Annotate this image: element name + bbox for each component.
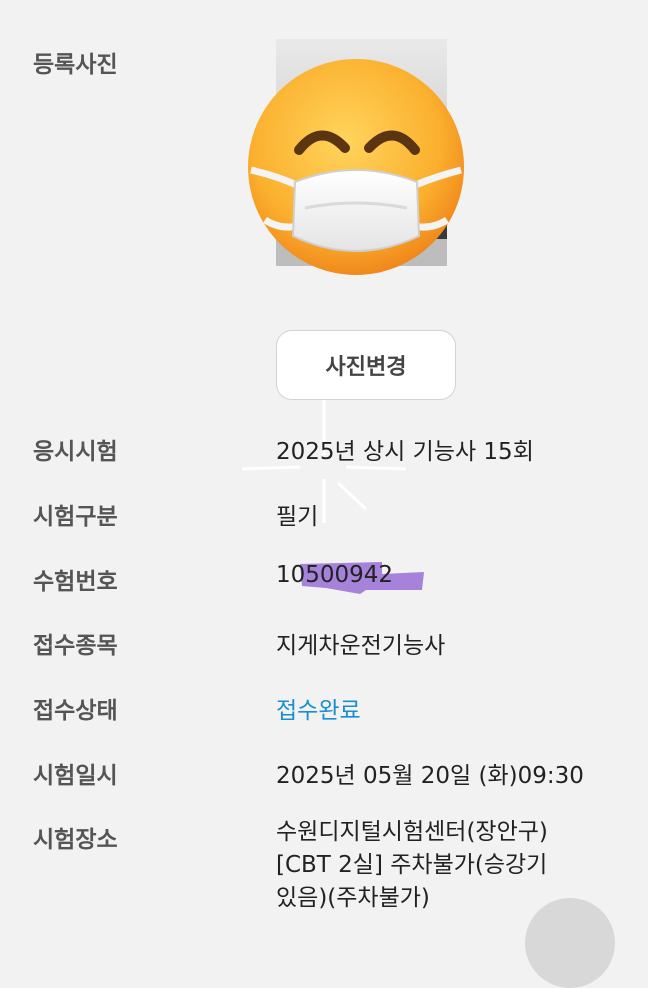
status-label: 접수상태 xyxy=(33,698,118,724)
face-with-medical-mask-icon xyxy=(248,59,464,275)
floating-button[interactable] xyxy=(525,898,615,988)
exam-datetime-value: 2025년 05월 20일 (화)09:30 xyxy=(276,763,584,789)
change-photo-button[interactable]: 사진변경 xyxy=(276,330,456,400)
exam-number-label: 수험번호 xyxy=(33,569,118,595)
subject-value: 지게차운전기능사 xyxy=(276,633,446,659)
exam-type-value: 필기 xyxy=(276,504,319,530)
location-line: [CBT 2실] 주차불가(승강기 xyxy=(276,852,548,878)
exam-datetime-label: 시험일시 xyxy=(33,763,118,789)
exam-label: 응시시험 xyxy=(33,439,118,465)
exam-value: 2025년 상시 기능사 15회 xyxy=(276,439,534,465)
location-line: 있음)(주차불가) xyxy=(276,885,430,911)
photo-label: 등록사진 xyxy=(33,52,118,78)
location-line: 수원디지털시험센터(장안구) xyxy=(276,819,548,845)
exam-type-label: 시험구분 xyxy=(33,504,118,530)
status-value: 접수완료 xyxy=(276,698,361,724)
location-value: 수원디지털시험센터(장안구) [CBT 2실] 주차불가(승강기 있음)(주차불… xyxy=(276,816,548,915)
location-label: 시험장소 xyxy=(33,827,118,853)
exam-number-value: 10500942 xyxy=(276,562,394,588)
subject-label: 접수종목 xyxy=(33,633,118,659)
